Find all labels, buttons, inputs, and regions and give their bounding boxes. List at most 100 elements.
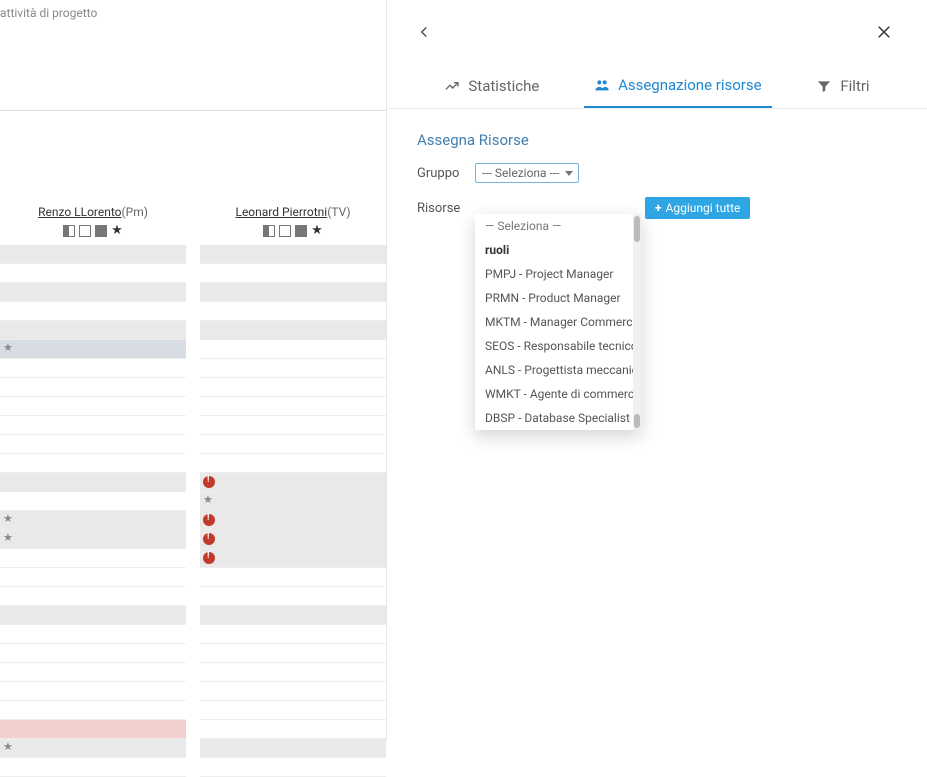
dropdown-placeholder[interactable]: — Seleziona — — [475, 214, 641, 238]
close-button[interactable] — [875, 22, 893, 46]
grid-cell[interactable] — [0, 549, 186, 568]
resource-column: Renzo LLorento(Pm) ★ ★ ★ ★ ★ — [0, 205, 186, 777]
grid-cell[interactable] — [200, 473, 386, 492]
group-row: Gruppo --- Seleziona --- — [417, 163, 897, 183]
add-all-label: Aggiungi tutte — [666, 201, 741, 215]
back-button[interactable] — [415, 22, 433, 46]
grid-cell[interactable] — [0, 492, 186, 511]
grid-cell[interactable] — [0, 587, 186, 606]
grid-cell[interactable] — [0, 720, 186, 739]
grid-cell[interactable] — [0, 758, 186, 777]
grid-cell[interactable] — [200, 321, 386, 340]
grid-cell[interactable] — [0, 264, 186, 283]
resource-code: (TV) — [327, 205, 350, 219]
grid-cell[interactable] — [200, 302, 386, 321]
empty-square-icon[interactable] — [79, 225, 91, 237]
grid-cell[interactable]: ★ — [0, 530, 186, 549]
tab-label: Filtri — [840, 77, 869, 95]
dropdown-option[interactable]: ANLS - Progettista meccanico — [475, 358, 641, 382]
grid-cell[interactable] — [200, 511, 386, 530]
grid-cell[interactable]: ★ — [0, 511, 186, 530]
add-all-button[interactable]: + Aggiungi tutte — [645, 197, 750, 219]
scrollbar-thumb[interactable] — [634, 414, 640, 428]
grid-cell[interactable] — [0, 435, 186, 454]
grid-cell[interactable] — [0, 701, 186, 720]
tab-statistics[interactable]: Statistiche — [434, 76, 549, 108]
star-icon[interactable]: ★ — [311, 225, 323, 237]
grid-cell[interactable] — [200, 283, 386, 302]
grid-cell[interactable] — [200, 568, 386, 587]
tab-label: Assegnazione risorse — [618, 76, 762, 94]
warning-icon — [203, 533, 215, 545]
grid-cell[interactable] — [200, 378, 386, 397]
scrollbar-thumb[interactable] — [634, 216, 640, 242]
plus-icon: + — [655, 201, 662, 215]
grid-cell[interactable] — [0, 644, 186, 663]
grid-cell[interactable]: ★ — [200, 492, 386, 511]
grid-cell[interactable] — [200, 416, 386, 435]
grid-cell[interactable] — [200, 245, 386, 264]
grid-cell[interactable] — [200, 454, 386, 473]
grid-cell[interactable] — [200, 530, 386, 549]
tab-filters[interactable]: Filtri — [806, 76, 879, 108]
dropdown-option[interactable]: PMPJ - Project Manager — [475, 262, 641, 286]
grid-cell[interactable] — [200, 359, 386, 378]
resource-column: Leonard Pierrotni(TV) ★ ★ — [200, 205, 386, 777]
star-icon: ★ — [3, 341, 13, 354]
half-fill-icon[interactable] — [63, 225, 75, 237]
grid-cell[interactable] — [0, 321, 186, 340]
grid-cell[interactable] — [0, 378, 186, 397]
grid-cell[interactable] — [200, 549, 386, 568]
grid-cell[interactable] — [200, 397, 386, 416]
grid-cell[interactable] — [0, 397, 186, 416]
grid-cell[interactable] — [0, 302, 186, 321]
grid-cell[interactable] — [0, 625, 186, 644]
warning-icon — [203, 552, 215, 564]
column-header[interactable]: Leonard Pierrotni(TV) — [200, 205, 386, 225]
grid-cell[interactable] — [0, 568, 186, 587]
grid-cell[interactable] — [200, 587, 386, 606]
half-fill-icon[interactable] — [263, 225, 275, 237]
full-square-icon[interactable] — [95, 225, 107, 237]
group-select[interactable]: --- Seleziona --- — [475, 163, 579, 183]
grid-cell[interactable] — [0, 245, 186, 264]
group-dropdown[interactable]: — Seleziona — ruoli PMPJ - Project Manag… — [475, 214, 641, 430]
dropdown-option[interactable]: MKTM - Manager Commerciale — [475, 310, 641, 334]
dropdown-option[interactable]: DBSP - Database Specialist — [475, 406, 641, 430]
people-icon — [594, 77, 610, 93]
dropdown-option[interactable]: PRMN - Product Manager — [475, 286, 641, 310]
grid-cell[interactable] — [200, 625, 386, 644]
full-square-icon[interactable] — [295, 225, 307, 237]
grid-cell[interactable] — [200, 606, 386, 625]
grid-cell[interactable] — [200, 739, 386, 758]
grid-cell[interactable] — [200, 663, 386, 682]
grid-cell[interactable]: ★ — [0, 739, 186, 758]
grid-cell[interactable] — [200, 758, 386, 777]
grid-cell[interactable]: ★ — [0, 340, 186, 359]
tab-assign-resources[interactable]: Assegnazione risorse — [584, 76, 772, 108]
grid-cell[interactable] — [200, 264, 386, 283]
grid-cell[interactable] — [200, 720, 386, 739]
column-header[interactable]: Renzo LLorento(Pm) — [0, 205, 186, 225]
grid-cell[interactable] — [0, 682, 186, 701]
grid-cell[interactable] — [200, 682, 386, 701]
grid-cell[interactable] — [0, 606, 186, 625]
grid-cell[interactable] — [0, 473, 186, 492]
star-icon[interactable]: ★ — [111, 225, 123, 237]
star-icon: ★ — [203, 493, 213, 506]
page-subtitle: attività di progetto — [0, 0, 386, 30]
grid-cell[interactable] — [200, 644, 386, 663]
star-icon: ★ — [3, 512, 13, 525]
empty-square-icon[interactable] — [279, 225, 291, 237]
grid-cell[interactable] — [0, 359, 186, 378]
grid-cell[interactable] — [0, 454, 186, 473]
scrollbar-track[interactable] — [633, 214, 641, 430]
grid-cell[interactable] — [0, 663, 186, 682]
grid-cell[interactable] — [0, 416, 186, 435]
grid-cell[interactable] — [200, 701, 386, 720]
grid-cell[interactable] — [0, 283, 186, 302]
dropdown-option[interactable]: SEOS - Responsabile tecnico — [475, 334, 641, 358]
grid-cell[interactable] — [200, 340, 386, 359]
dropdown-option[interactable]: WMKT - Agente di commercio — [475, 382, 641, 406]
grid-cell[interactable] — [200, 435, 386, 454]
